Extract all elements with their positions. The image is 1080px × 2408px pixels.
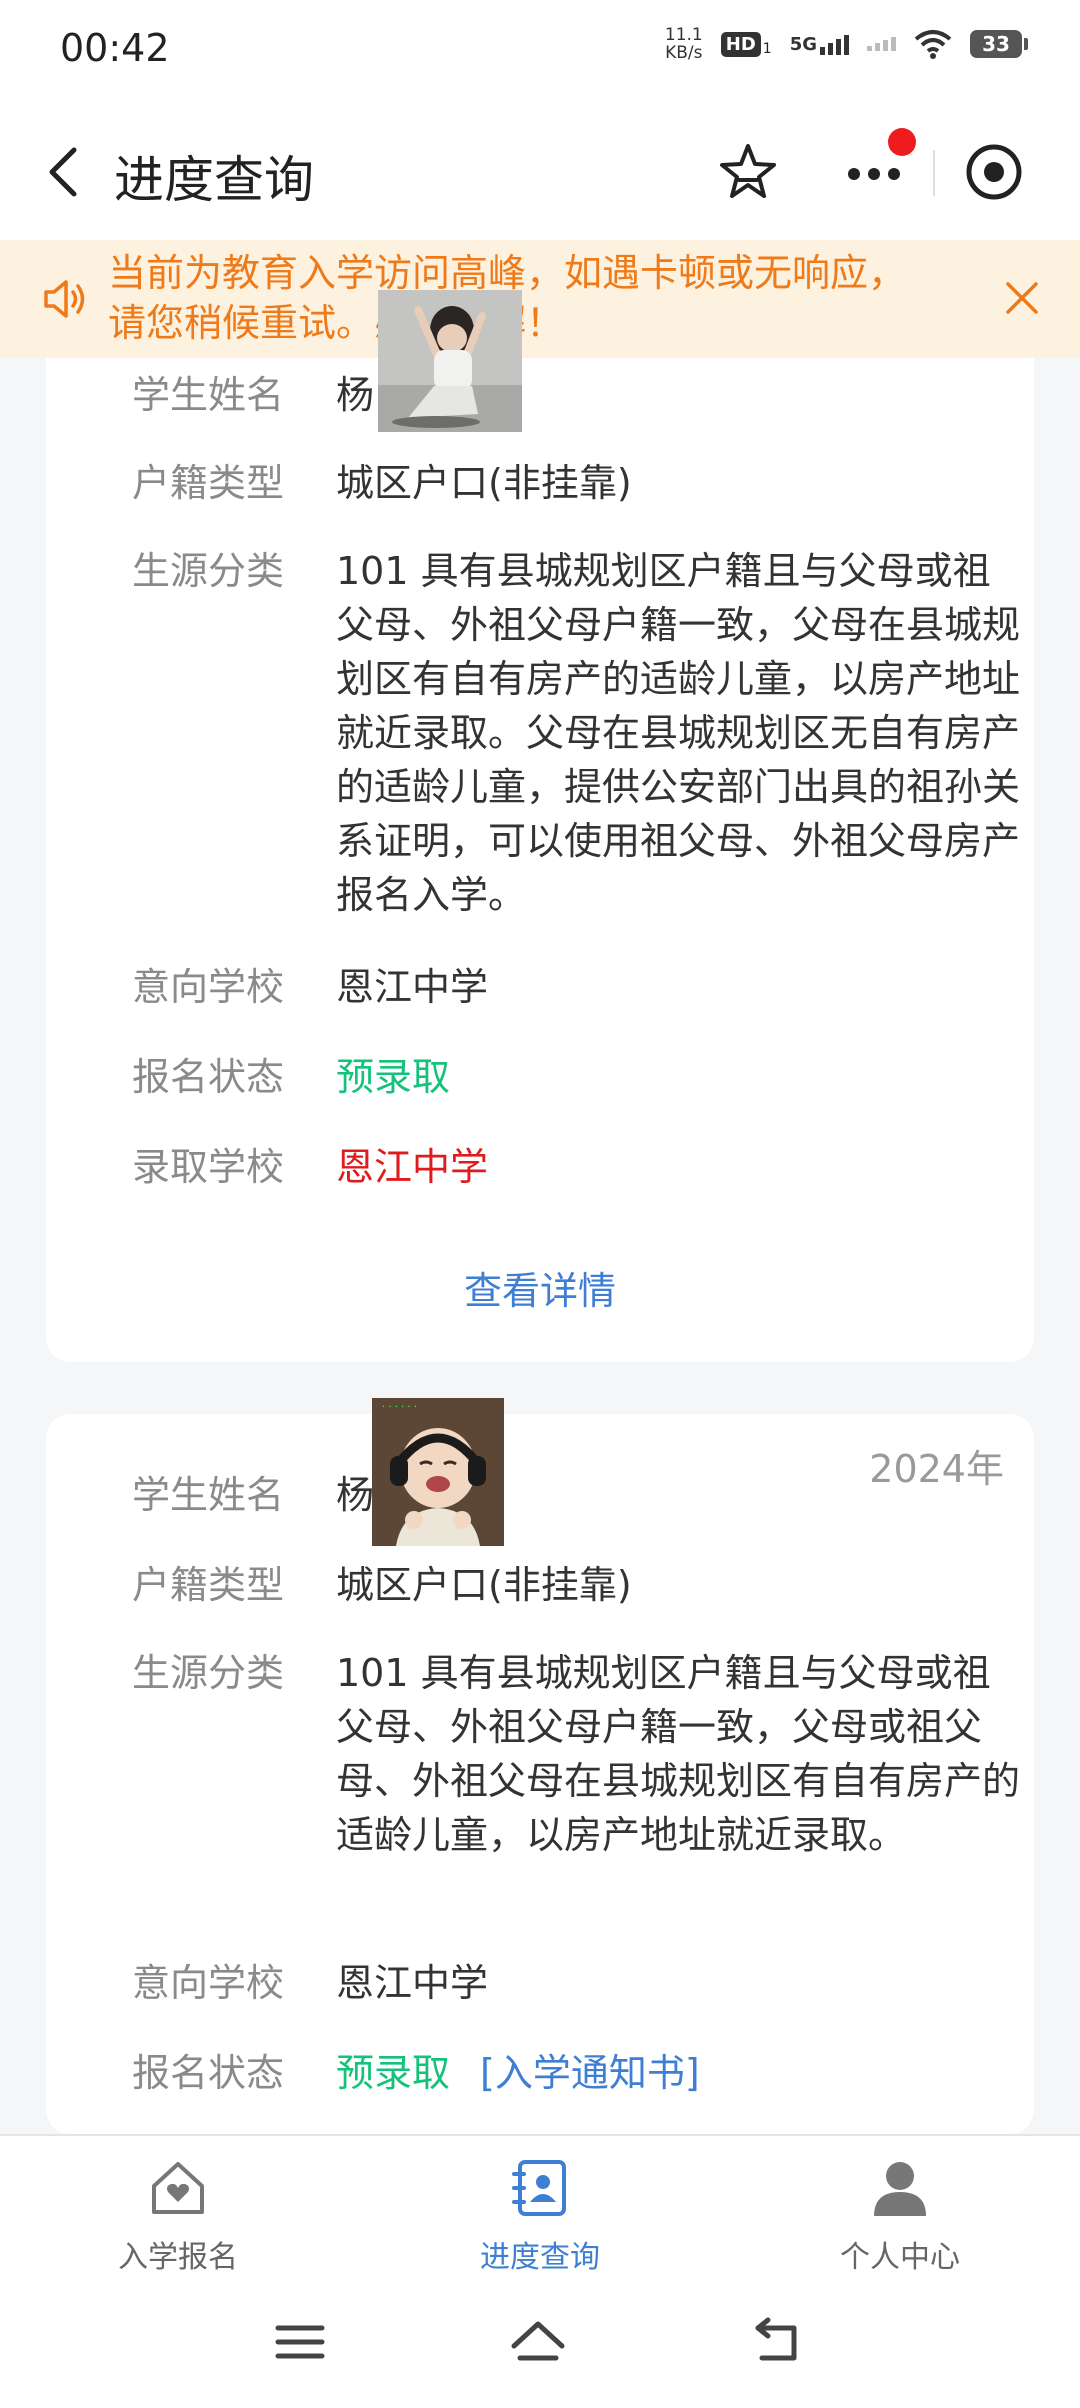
status-badge: 预录取 — [336, 1055, 451, 1099]
enrollment-card: 学生姓名 杨 户籍类型 城区户口(非挂靠) 生源分类 101 具有县城规划区户籍… — [46, 340, 1034, 1362]
home-heart-icon — [152, 2162, 204, 2214]
sticker-photo: · · · · · · — [372, 1398, 504, 1546]
tab-profile[interactable]: 个人中心 — [790, 2156, 1010, 2276]
signal-5g-icon: 5G — [790, 34, 849, 55]
hd-icon: HD 1 — [720, 31, 772, 57]
person-icon — [874, 2162, 926, 2216]
status-badge: 预录取 — [336, 2051, 451, 2095]
wifi-icon — [914, 30, 952, 59]
svg-text:· · · · · ·: · · · · · · — [382, 1402, 417, 1413]
signal-secondary-icon — [867, 37, 896, 51]
notice-banner: 当前为教育入学访问高峰，如遇卡顿或无响应，请您稍候重试。感谢理解！ — [0, 240, 1080, 358]
sticker-photo — [378, 290, 522, 432]
close-icon[interactable] — [1000, 276, 1044, 320]
admission-notice-link[interactable]: [入学通知书] — [480, 2051, 700, 2095]
star-favorite-icon[interactable] — [715, 140, 781, 206]
battery-icon: 33 — [970, 30, 1028, 58]
home-icon[interactable] — [508, 2312, 568, 2372]
notification-dot — [888, 128, 916, 156]
admitted-school: 恩江中学 — [336, 1145, 489, 1189]
status-time: 00:42 — [60, 26, 170, 70]
view-details-link[interactable]: 查看详情 — [46, 1260, 1034, 1315]
page-title: 进度查询 — [114, 151, 314, 209]
close-miniprogram-icon[interactable] — [962, 140, 1026, 204]
back-icon[interactable] — [748, 2312, 808, 2372]
divider — [933, 150, 935, 196]
enrollment-card: 2024年 学生姓名 杨 户籍类型 城区户口(非挂靠) 生源分类 101 具有县… — [46, 1414, 1034, 2134]
speaker-icon — [44, 280, 85, 318]
tab-enrollment[interactable]: 入学报名 — [68, 2156, 288, 2276]
bottom-nav: 入学报名 进度查询 个人中心 — [0, 2134, 1080, 2284]
status-icons: 11.1 KB/s HD 1 5G 33 — [664, 25, 1028, 63]
title-bar: 进度查询 — [0, 110, 1080, 240]
tab-progress[interactable]: 进度查询 — [430, 2156, 650, 2276]
menu-icon[interactable] — [270, 2312, 330, 2372]
contacts-book-icon — [512, 2160, 566, 2216]
network-speed: 11.1 KB/s — [664, 25, 703, 63]
back-arrow-icon[interactable] — [36, 142, 96, 202]
notice-text: 当前为教育入学访问高峰，如遇卡顿或无响应，请您稍候重试。感谢理解！ — [108, 251, 907, 345]
system-nav-bar — [0, 2282, 1080, 2408]
status-bar: 00:42 11.1 KB/s HD 1 5G 33 — [0, 0, 1080, 110]
